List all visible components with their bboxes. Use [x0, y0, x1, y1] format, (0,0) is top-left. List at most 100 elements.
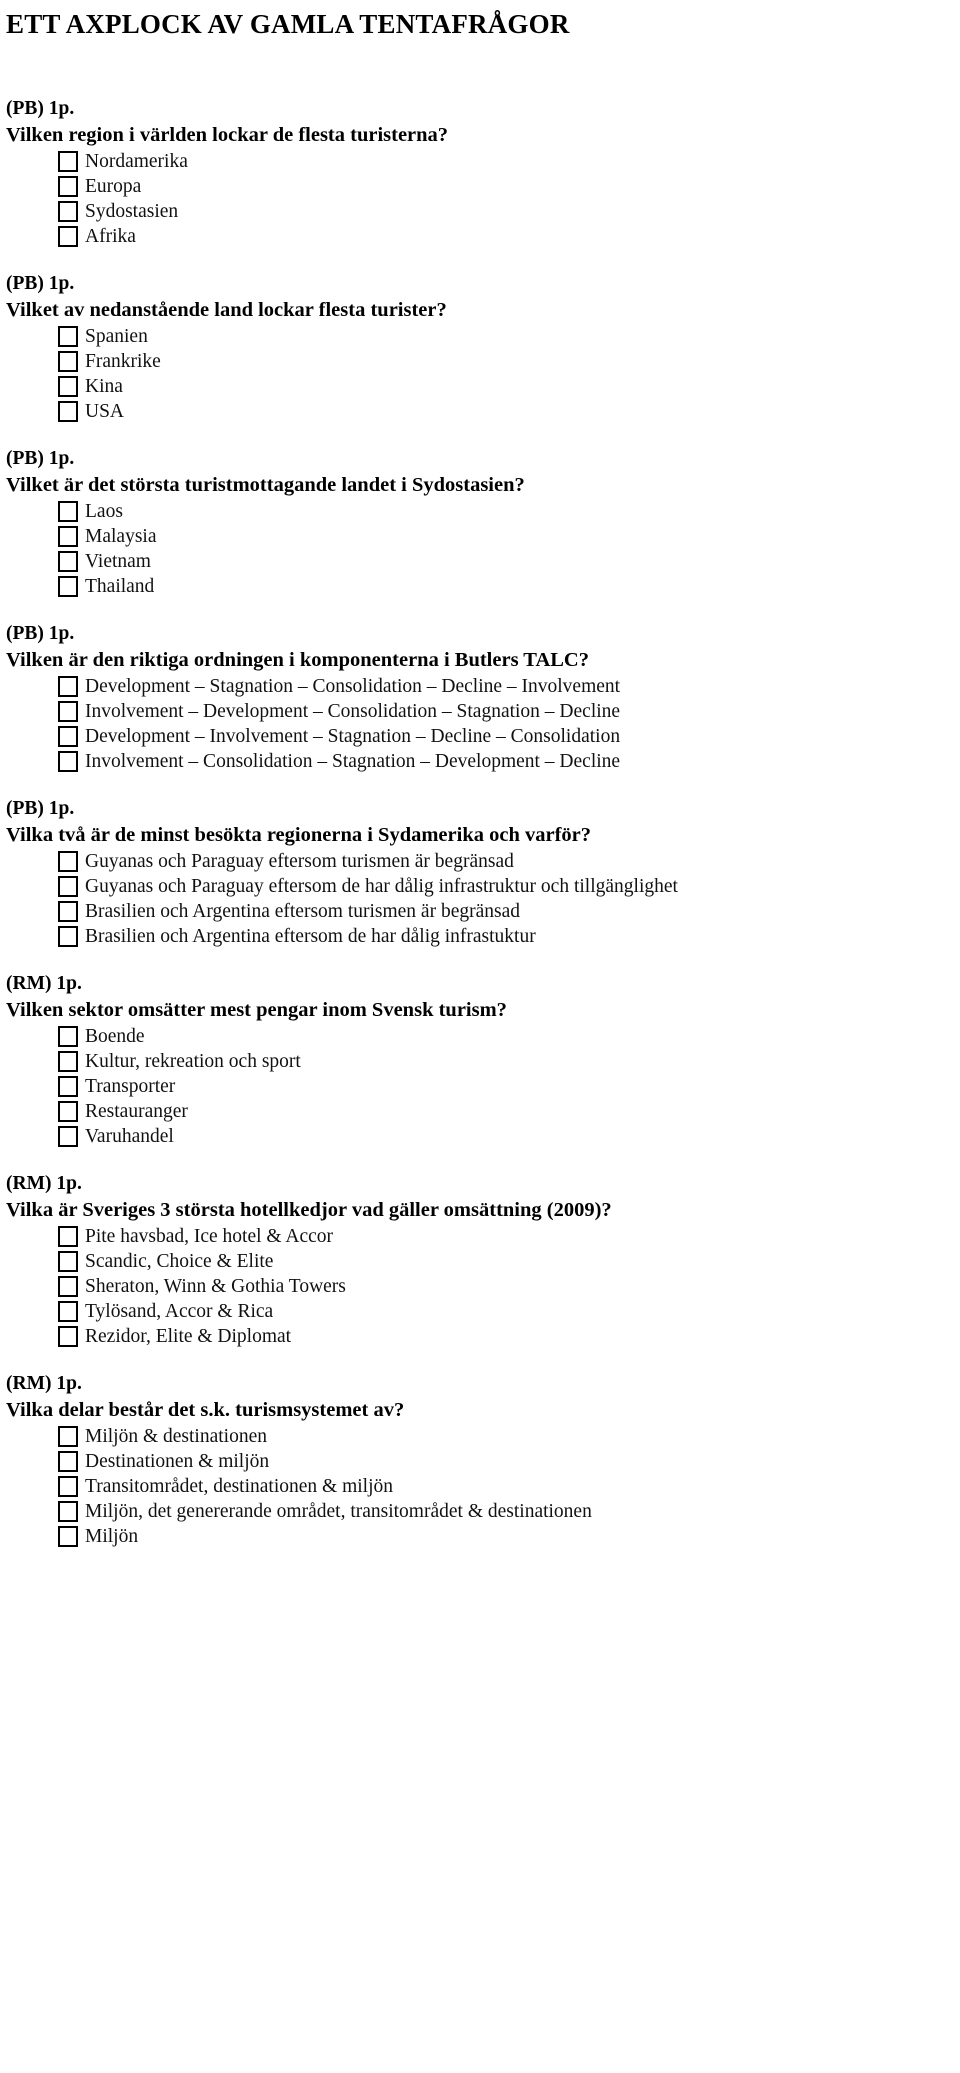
option-row[interactable]: Development – Involvement – Stagnation –…	[0, 724, 960, 749]
question-points: (PB) 1p.	[6, 448, 75, 469]
option-row[interactable]: Europa	[0, 174, 960, 199]
option-row[interactable]: Afrika	[0, 224, 960, 249]
checkbox-icon[interactable]	[58, 1101, 78, 1122]
checkbox-icon[interactable]	[58, 851, 78, 872]
option-label: Varuhandel	[85, 1126, 174, 1147]
checkbox-icon[interactable]	[58, 1451, 78, 1472]
checkbox-icon[interactable]	[58, 326, 78, 347]
checkbox-icon[interactable]	[58, 701, 78, 722]
option-row[interactable]: Guyanas och Paraguay eftersom turismen ä…	[0, 849, 960, 874]
checkbox-icon[interactable]	[58, 526, 78, 547]
checkbox-icon[interactable]	[58, 1301, 78, 1322]
checkbox-icon[interactable]	[58, 1276, 78, 1297]
option-row[interactable]: Boende	[0, 1024, 960, 1049]
checkbox-icon[interactable]	[58, 401, 78, 422]
checkbox-icon[interactable]	[58, 201, 78, 222]
option-row[interactable]: Nordamerika	[0, 149, 960, 174]
option-row[interactable]: Pite havsbad, Ice hotel & Accor	[0, 1224, 960, 1249]
option-row[interactable]: Restauranger	[0, 1099, 960, 1124]
option-row[interactable]: USA	[0, 399, 960, 424]
checkbox-icon[interactable]	[58, 1251, 78, 1272]
option-row[interactable]: Miljön & destinationen	[0, 1424, 960, 1449]
option-row[interactable]: Brasilien och Argentina eftersom turisme…	[0, 899, 960, 924]
option-row[interactable]: Transitområdet, destinationen & miljön	[0, 1474, 960, 1499]
option-row[interactable]: Frankrike	[0, 349, 960, 374]
option-row[interactable]: Thailand	[0, 574, 960, 599]
checkbox-icon[interactable]	[58, 151, 78, 172]
option-row[interactable]: Development – Stagnation – Consolidation…	[0, 674, 960, 699]
checkbox-icon[interactable]	[58, 926, 78, 947]
question-points: (RM) 1p.	[6, 1373, 82, 1394]
checkbox-icon[interactable]	[58, 676, 78, 697]
option-label: Destinationen & miljön	[85, 1451, 270, 1472]
checkbox-icon[interactable]	[58, 726, 78, 747]
option-list: Pite havsbad, Ice hotel & Accor Scandic, …	[0, 1224, 960, 1349]
checkbox-icon[interactable]	[58, 551, 78, 572]
option-row[interactable]: Kultur, rekreation och sport	[0, 1049, 960, 1074]
option-row[interactable]: Malaysia	[0, 524, 960, 549]
option-label: Sydostasien	[85, 201, 179, 222]
question-points: (PB) 1p.	[6, 98, 75, 119]
option-label: Involvement – Consolidation – Stagnation…	[85, 751, 621, 772]
checkbox-icon[interactable]	[58, 376, 78, 397]
option-label: Miljön, det genererande området, transit…	[85, 1501, 592, 1522]
option-row[interactable]: Rezidor, Elite & Diplomat	[0, 1324, 960, 1349]
option-row[interactable]: Vietnam	[0, 549, 960, 574]
checkbox-icon[interactable]	[58, 576, 78, 597]
checkbox-icon[interactable]	[58, 901, 78, 922]
question-points: (PB) 1p.	[6, 623, 75, 644]
checkbox-icon[interactable]	[58, 1226, 78, 1247]
option-row[interactable]: Guyanas och Paraguay eftersom de har dål…	[0, 874, 960, 899]
option-label: Involvement – Development – Consolidatio…	[85, 701, 621, 722]
question-points: (PB) 1p.	[6, 273, 75, 294]
option-label: Kultur, rekreation och sport	[85, 1051, 301, 1072]
question-block: (PB) 1p. Vilken region i världen lockar d…	[0, 96, 960, 249]
checkbox-icon[interactable]	[58, 1476, 78, 1497]
option-label: Spanien	[85, 326, 148, 347]
option-label: Afrika	[85, 226, 136, 247]
option-row[interactable]: Varuhandel	[0, 1124, 960, 1149]
question-text: Vilket är det största turistmottagande l…	[6, 474, 525, 496]
document-page: ETT AXPLOCK AV GAMLA TENTAFRÅGOR (PB) 1p…	[0, 0, 960, 2073]
checkbox-icon[interactable]	[58, 1501, 78, 1522]
option-label: Frankrike	[85, 351, 161, 372]
checkbox-icon[interactable]	[58, 1126, 78, 1147]
checkbox-icon[interactable]	[58, 351, 78, 372]
checkbox-icon[interactable]	[58, 226, 78, 247]
option-row[interactable]: Brasilien och Argentina eftersom de har …	[0, 924, 960, 949]
option-row[interactable]: Spanien	[0, 324, 960, 349]
question-block: (PB) 1p. Vilket är det största turistmott…	[0, 446, 960, 599]
checkbox-icon[interactable]	[58, 1426, 78, 1447]
option-row[interactable]: Transporter	[0, 1074, 960, 1099]
option-list: Miljön & destinationen Destinationen & mi…	[0, 1424, 960, 1549]
checkbox-icon[interactable]	[58, 1076, 78, 1097]
option-list: Guyanas och Paraguay eftersom turismen ä…	[0, 849, 960, 949]
option-list: Laos Malaysia Vietnam Thailand	[0, 499, 960, 599]
checkbox-icon[interactable]	[58, 501, 78, 522]
checkbox-icon[interactable]	[58, 1326, 78, 1347]
option-row[interactable]: Destinationen & miljön	[0, 1449, 960, 1474]
checkbox-icon[interactable]	[58, 1026, 78, 1047]
option-row[interactable]: Scandic, Choice & Elite	[0, 1249, 960, 1274]
question-list: (PB) 1p. Vilken region i världen lockar d…	[0, 96, 960, 1571]
checkbox-icon[interactable]	[58, 1526, 78, 1547]
question-block: (PB) 1p. Vilka två är de minst besökta re…	[0, 796, 960, 949]
option-row[interactable]: Kina	[0, 374, 960, 399]
option-row[interactable]: Sydostasien	[0, 199, 960, 224]
option-row[interactable]: Tylösand, Accor & Rica	[0, 1299, 960, 1324]
checkbox-icon[interactable]	[58, 176, 78, 197]
option-row[interactable]: Sheraton, Winn & Gothia Towers	[0, 1274, 960, 1299]
option-row[interactable]: Laos	[0, 499, 960, 524]
option-row[interactable]: Miljön, det genererande området, transit…	[0, 1499, 960, 1524]
option-row[interactable]: Involvement – Development – Consolidatio…	[0, 699, 960, 724]
question-block: (RM) 1p. Vilka är Sveriges 3 största hote…	[0, 1171, 960, 1349]
option-label: Pite havsbad, Ice hotel & Accor	[85, 1226, 334, 1247]
option-label: Thailand	[85, 576, 155, 597]
question-points: (RM) 1p.	[6, 1173, 82, 1194]
checkbox-icon[interactable]	[58, 876, 78, 897]
option-label: Vietnam	[85, 551, 151, 572]
option-row[interactable]: Miljön	[0, 1524, 960, 1549]
checkbox-icon[interactable]	[58, 1051, 78, 1072]
option-row[interactable]: Involvement – Consolidation – Stagnation…	[0, 749, 960, 774]
checkbox-icon[interactable]	[58, 751, 78, 772]
